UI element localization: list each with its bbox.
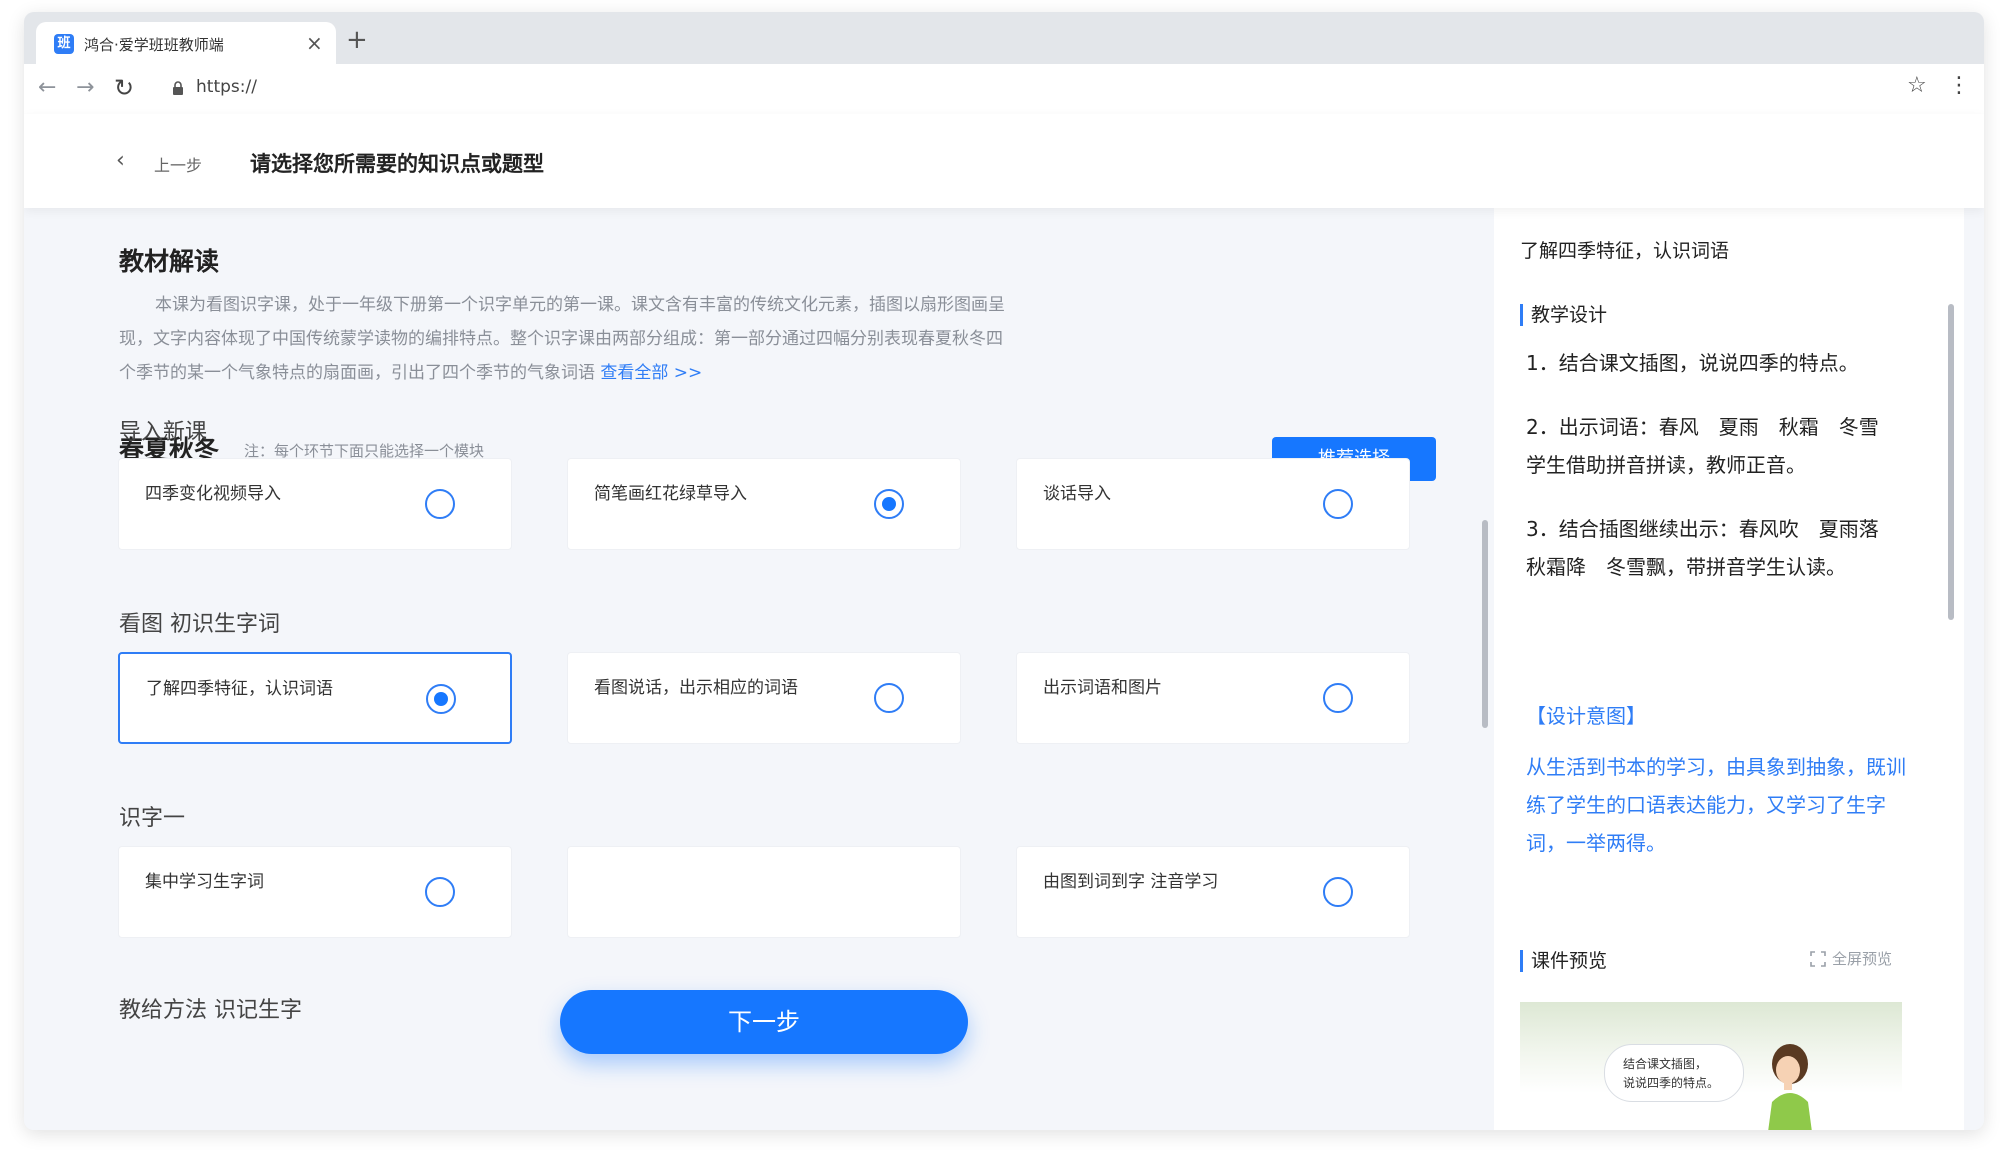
option-label: 谈话导入 — [1043, 484, 1111, 504]
option-label: 出示词语和图片 — [1043, 678, 1162, 698]
back-link[interactable]: 上一步 — [154, 152, 202, 176]
option-label: 由图到词到字 注音学习 — [1043, 872, 1219, 892]
main-scrollbar[interactable] — [1482, 520, 1488, 728]
design-step: 1．结合课文插图，说说四季的特点。 — [1526, 351, 1859, 375]
radio-button[interactable] — [874, 683, 904, 713]
radio-button[interactable] — [1323, 489, 1353, 519]
design-step: 3．结合插图继续出示：春风吹 夏雨落 秋霜降 冬雪飘，带拼音学生认读。 — [1526, 517, 1899, 579]
bubble-line: 说说四季的特点。 — [1623, 1076, 1720, 1090]
detail-panel: 了解四季特征，认识词语 教学设计 1．结合课文插图，说说四季的特点。 2．出示词… — [1494, 208, 1964, 1130]
chevron-left-icon[interactable]: ‹ — [116, 148, 125, 174]
option-card[interactable]: 看图说话，出示相应的词语 — [567, 652, 961, 744]
speech-bubble: 结合课文插图， 说说四季的特点。 — [1604, 1044, 1744, 1102]
radio-button[interactable] — [1323, 683, 1353, 713]
group-title: 教给方法 识记生字 — [119, 998, 302, 1023]
browser-toolbar: ← → ↻ https:// ☆ ⋮ — [24, 64, 1984, 114]
radio-button-selected[interactable] — [426, 684, 456, 714]
option-card[interactable]: 简笔画红花绿草导入 — [567, 458, 961, 550]
page-title: 请选择您所需要的知识点或题型 — [250, 152, 544, 176]
option-card-selected[interactable]: 了解四季特征，认识词语 — [118, 652, 512, 744]
bookmark-star-icon[interactable]: ☆ — [1907, 72, 1927, 100]
radio-button[interactable] — [425, 877, 455, 907]
group-title: 导入新课 — [119, 420, 208, 445]
new-tab-icon[interactable]: + — [346, 26, 368, 54]
bubble-text: 结合课文插图， 说说四季的特点。 — [1623, 1055, 1719, 1093]
radio-button[interactable] — [425, 489, 455, 519]
courseware-preview-title: 课件预览 — [1520, 950, 1607, 972]
expand-icon — [1810, 951, 1826, 967]
favicon-icon: 班 — [54, 34, 74, 54]
option-card[interactable]: 四季变化视频导入 — [118, 458, 512, 550]
option-label: 集中学习生字词 — [145, 872, 264, 892]
bottom-fade — [24, 1068, 1494, 1130]
tab-title: 鸿合·爱学班班教师端 — [84, 36, 224, 54]
option-card[interactable]: 由图到词到字 注音学习 — [1016, 846, 1410, 938]
group-title: 识字一 — [119, 806, 186, 831]
option-label: 看图说话，出示相应的词语 — [594, 678, 798, 698]
group-title: 看图 初识生字词 — [119, 612, 280, 637]
teacher-illustration — [1768, 1044, 1812, 1130]
radio-button-selected[interactable] — [874, 489, 904, 519]
browser-tab[interactable]: 班 鸿合·爱学班班教师端 × — [36, 22, 336, 64]
textbook-analysis-text: 本课为看图识字课，处于一年级下册第一个识字单元的第一课。课文含有丰富的传统文化元… — [119, 288, 1019, 390]
design-intent-title: 【设计意图】 — [1526, 704, 1646, 728]
textbook-analysis-title: 教材解读 — [119, 247, 220, 276]
main-content: 教材解读 本课为看图识字课，处于一年级下册第一个识字单元的第一课。课文含有丰富的… — [24, 208, 1494, 1130]
radio-button[interactable] — [1323, 877, 1353, 907]
fullscreen-preview-link[interactable]: 全屏预览 — [1810, 948, 1892, 969]
lock-icon — [173, 81, 183, 95]
browser-menu-icon[interactable]: ⋮ — [1948, 72, 1970, 100]
address-bar[interactable]: https:// — [196, 77, 257, 97]
option-card[interactable] — [567, 846, 961, 938]
design-intent-text: 从生活到书本的学习，由具象到抽象，既训练了学生的口语表达能力，又学习了生字词，一… — [1526, 755, 1906, 855]
detail-title: 了解四季特征，认识词语 — [1520, 240, 1730, 262]
option-label: 四季变化视频导入 — [145, 484, 281, 504]
option-card[interactable]: 集中学习生字词 — [118, 846, 512, 938]
back-arrow-icon[interactable]: ← — [38, 74, 56, 102]
option-card[interactable]: 出示词语和图片 — [1016, 652, 1410, 744]
option-label: 了解四季特征，认识词语 — [146, 679, 333, 699]
option-label: 简笔画红花绿草导入 — [594, 484, 747, 504]
fullscreen-preview-label: 全屏预览 — [1832, 950, 1893, 968]
design-step: 2．出示词语：春风 夏雨 秋霜 冬雪 学生借助拼音拼读，教师正音。 — [1526, 415, 1899, 477]
option-card[interactable]: 谈话导入 — [1016, 458, 1410, 550]
reload-icon[interactable]: ↻ — [114, 74, 134, 102]
bubble-line: 结合课文插图， — [1623, 1057, 1708, 1071]
courseware-thumbnail[interactable]: 结合课文插图， 说说四季的特点。 — [1520, 1002, 1902, 1130]
tab-strip: 班 鸿合·爱学班班教师端 × + — [24, 12, 1984, 64]
close-icon[interactable]: × — [306, 31, 323, 55]
app-header: ‹ 上一步 请选择您所需要的知识点或题型 — [24, 114, 1984, 208]
textbook-analysis-body: 本课为看图识字课，处于一年级下册第一个识字单元的第一课。课文含有丰富的传统文化元… — [119, 295, 1005, 383]
forward-arrow-icon[interactable]: → — [76, 74, 94, 102]
side-scrollbar[interactable] — [1948, 304, 1954, 620]
browser-window: 班 鸿合·爱学班班教师端 × + ← → ↻ https:// ☆ ⋮ ‹ 上一… — [24, 12, 1984, 1130]
next-step-button[interactable]: 下一步 — [560, 990, 968, 1054]
teaching-design-title: 教学设计 — [1520, 304, 1607, 326]
view-all-link[interactable]: 查看全部 >> — [600, 363, 702, 383]
